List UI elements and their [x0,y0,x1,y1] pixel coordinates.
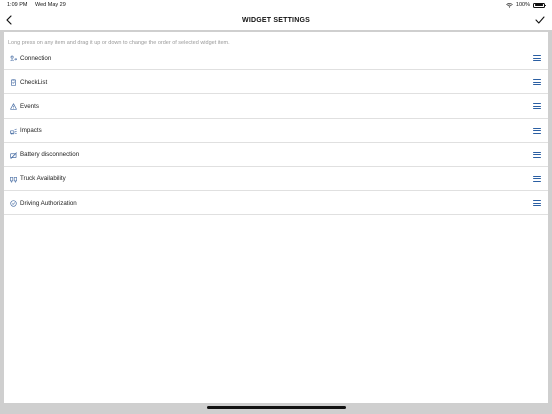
checkmark-icon [535,16,545,24]
page-title: WIDGET SETTINGS [242,16,310,24]
done-button[interactable] [534,14,546,26]
widget-label: Truck Availability [20,175,66,183]
widget-row-truck-availability[interactable]: Truck Availability [4,167,548,192]
connection-icon [10,55,17,62]
battery-percent: 100% [515,2,530,8]
battery-icon [533,2,547,8]
wifi-icon [506,2,513,8]
status-right: 100% [506,2,547,8]
warning-icon [10,103,17,111]
widget-row-events[interactable]: Events [4,94,548,119]
status-bar: 1:09 PM Wed May 29 100% [0,0,552,10]
content-frame: Long press on any item and drag it up or… [0,30,552,414]
checklist-icon [10,79,17,86]
widget-row-battery-disconnection[interactable]: Battery disconnection [4,143,548,167]
drag-handle-icon[interactable] [533,200,541,207]
widget-label: Connection [20,54,52,62]
drag-handle-icon[interactable] [533,127,541,134]
status-date: Wed May 29 [35,2,66,8]
truck-availability-icon [10,176,17,183]
widget-label: Battery disconnection [20,151,80,159]
widget-row-driving-authorization[interactable]: Driving Authorization [4,191,548,216]
widget-list: Connection CheckList Events Impacts Batt… [4,46,548,216]
drag-handle-icon[interactable] [533,175,541,182]
status-time: 1:09 PM [7,2,28,8]
widget-row-impacts[interactable]: Impacts [4,119,548,143]
widget-label: Impacts [20,127,42,135]
widget-label: Driving Authorization [20,199,77,207]
widget-row-checklist[interactable]: CheckList [4,70,548,95]
nav-bar: WIDGET SETTINGS [0,10,552,30]
drag-handle-icon[interactable] [533,79,541,86]
widget-settings-panel: Long press on any item and drag it up or… [4,32,548,403]
drag-handle-icon[interactable] [533,55,541,61]
widget-label: CheckList [20,78,48,86]
battery-disconnect-icon [10,152,17,159]
widget-label: Events [20,102,39,110]
authorization-icon [10,200,17,207]
impact-icon [10,128,17,135]
drag-handle-icon[interactable] [533,103,541,110]
drag-handle-icon[interactable] [533,151,541,158]
status-left: 1:09 PM Wed May 29 [7,2,72,8]
widget-row-connection[interactable]: Connection [4,46,548,71]
chevron-left-icon [6,15,12,25]
back-button[interactable] [4,14,14,26]
home-indicator[interactable] [207,406,346,409]
